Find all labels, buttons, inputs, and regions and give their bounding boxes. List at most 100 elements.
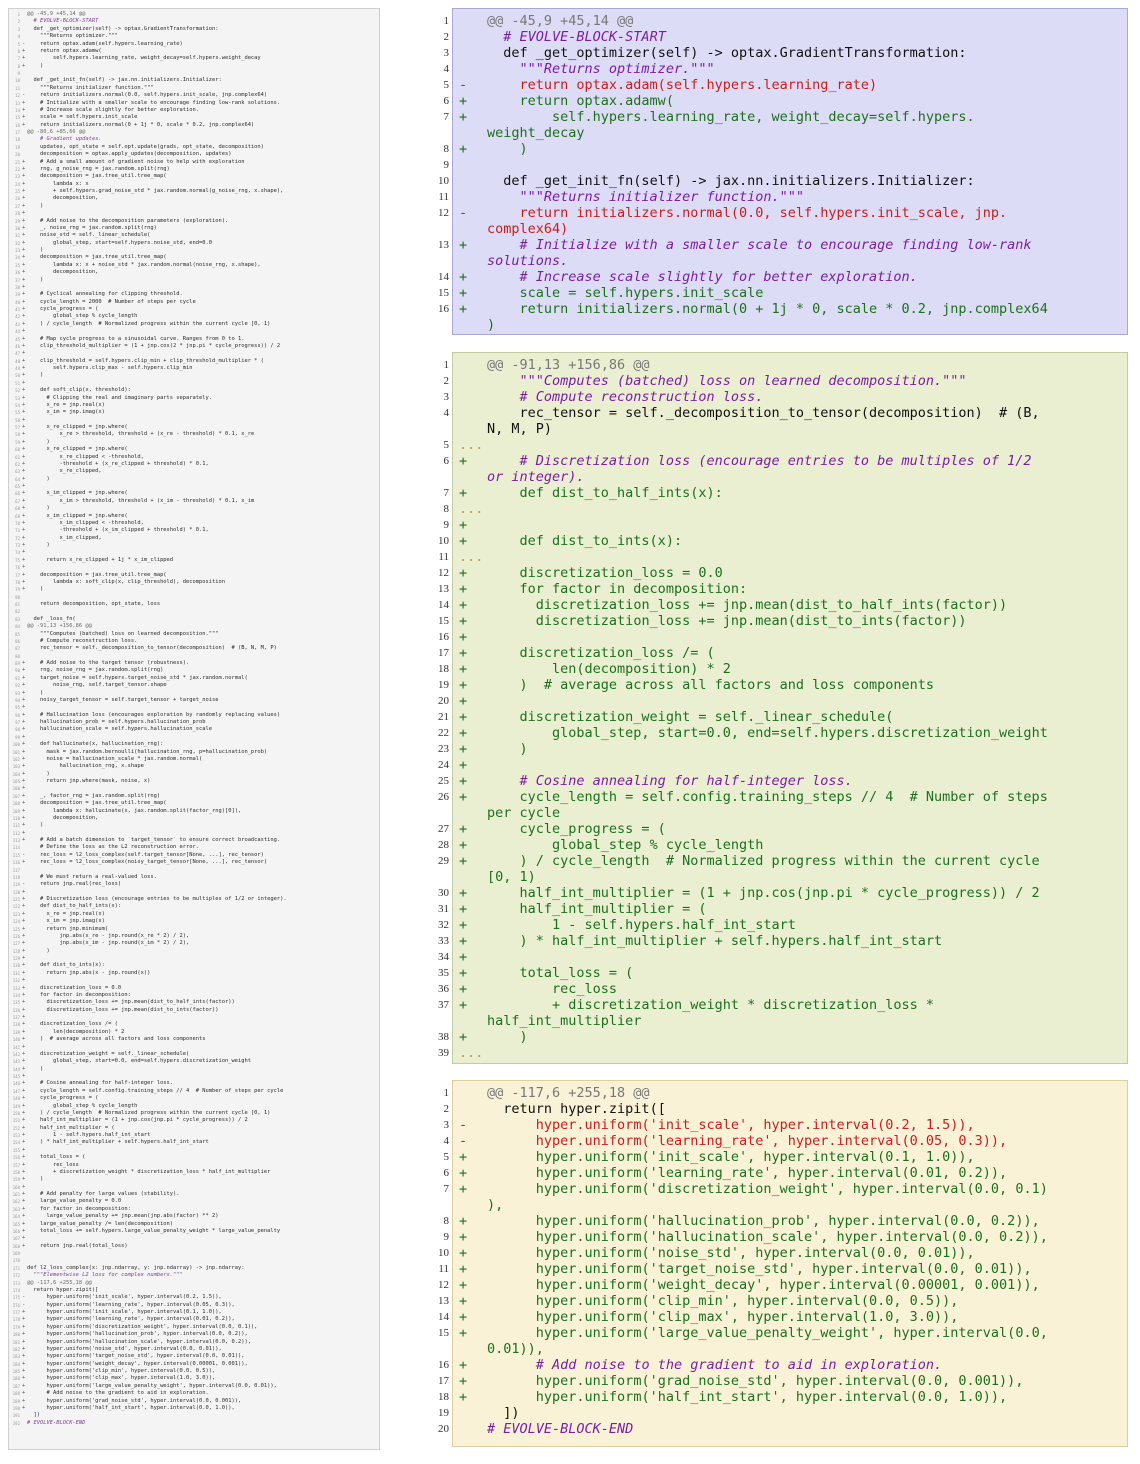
line-number: 27	[438, 823, 449, 835]
diff-line: 21 + discretization_weight = self._linear…	[438, 709, 1129, 725]
line-number: 1	[443, 359, 450, 371]
diff-line: 2 # EVOLVE-BLOCK-START	[444, 29, 1129, 45]
removed-marker: -	[459, 77, 468, 93]
code-text: ])	[487, 1405, 520, 1421]
added-marker: +	[459, 693, 468, 709]
overview-line-text: )	[27, 476, 379, 483]
line-number: 6	[443, 455, 450, 467]
diff-line: 20 # EVOLVE-BLOCK-END	[438, 1421, 1129, 1437]
diff-line: 11 """Returns initializer function."""	[438, 189, 1129, 205]
diff-line: 10 + def dist_to_ints(x):	[438, 533, 1129, 549]
diff-line: 15 + hyper.uniform('large_value_penalty_w…	[438, 1325, 1129, 1357]
added-marker: +	[459, 109, 468, 125]
code-text: rec_loss	[487, 981, 618, 997]
code-text: hyper.uniform('clip_max', hyper.interval…	[487, 1309, 959, 1325]
overview-line-number: 182	[12, 1346, 20, 1352]
code-text: # Cosine annealing for half-integer loss…	[487, 773, 853, 789]
overview-line-marker: +	[22, 1073, 26, 1079]
line-number: 9	[443, 519, 450, 531]
code-text: @@ -91,13 +156,86 @@	[487, 357, 650, 373]
diff-line: 10 + hyper.uniform('noise_std', hyper.int…	[438, 1245, 1129, 1261]
line-number: 14	[438, 599, 449, 611]
added-marker: +	[459, 917, 468, 933]
overview-line-marker: +	[22, 424, 26, 430]
diff-line: 38 + )	[438, 1029, 1129, 1045]
line-number: 29	[438, 855, 449, 867]
code-text: # Discretization loss (encourage entries…	[487, 453, 1032, 485]
diff-line: 10 def _get_init_fn(self) -> jax.nn.init…	[438, 173, 1129, 189]
diff-line: 7 + hyper.uniform('discretization_weight'…	[444, 1181, 1129, 1213]
code-text: def dist_to_half_ints(x):	[487, 485, 723, 501]
overview-line-code: discretization_loss /= (	[27, 1021, 118, 1028]
code-text: hyper.uniform('half_int_start', hyper.in…	[487, 1389, 1008, 1405]
overview-line: 109 + lambda x: hallucinate(x, jax.random…	[9, 808, 379, 815]
diff-line: 8 + )	[444, 141, 1129, 157]
overview-line-marker: +	[22, 1065, 26, 1072]
overview-line-number: 45	[15, 336, 20, 342]
overview-line-code: x_re_clipped = jnp.where(	[27, 424, 128, 430]
diff-line: 5...	[444, 437, 1129, 453]
added-marker: +	[459, 965, 468, 981]
diff-line: 23 + )	[438, 741, 1129, 757]
added-marker: +	[459, 533, 468, 549]
overview-line-code: for factor in decomposition:	[27, 1205, 131, 1212]
diff-line: 7 + def dist_to_half_ints(x):	[444, 485, 1129, 501]
code-text: def dist_to_ints(x):	[487, 533, 683, 549]
diff-line: 1 @@ -91,13 +156,86 @@	[444, 357, 1129, 373]
removed-marker: -	[459, 1117, 468, 1133]
added-marker: +	[459, 485, 468, 501]
diff-line: 15 + discretization_loss += jnp.mean(dist…	[438, 613, 1129, 629]
line-number: 14	[438, 271, 449, 283]
overview-line-text: )	[27, 1066, 379, 1073]
line-number: 18	[438, 1391, 449, 1403]
line-number: 7	[443, 487, 450, 499]
line-number: 9	[443, 159, 450, 171]
overview-line-text: _, noise_rng = jax.random.split(rng)	[27, 225, 379, 232]
overview-line-text: # We must return a real-valued loss.	[27, 874, 379, 881]
line-number: 6	[443, 95, 450, 107]
added-marker: +	[459, 645, 468, 661]
diff-line: 31 + half_int_multiplier = (	[438, 901, 1129, 917]
overview-line-number: 118	[12, 874, 20, 880]
line-number: 19	[438, 679, 449, 691]
overview-line-text: x_re_clipped,	[27, 468, 379, 475]
code-text: global_step % cycle_length	[487, 837, 764, 853]
overview-line-text: # Map cycle progress to a sinusoidal cur…	[27, 336, 379, 343]
diff-line: 24 +	[438, 757, 1129, 773]
code-text: hyper.uniform('clip_min', hyper.interval…	[487, 1293, 959, 1309]
code-text: half_int_multiplier = (1 + jnp.cos(jnp.p…	[487, 885, 1040, 901]
code-text: # Increase scale slightly for better exp…	[487, 269, 918, 285]
diff-line: 17 + discretization_loss /= (	[438, 645, 1129, 661]
diff-line: 26 + cycle_length = self.config.training_…	[438, 789, 1129, 821]
line-number: 11	[438, 1263, 449, 1275]
line-number: 13	[438, 239, 449, 251]
code-text: discretization_loss /= (	[487, 645, 715, 661]
overview-line: 45 + # Map cycle progress to a sinusoidal…	[9, 336, 379, 343]
overview-line-text: ) / cycle_length # Normalized progress w…	[27, 321, 379, 328]
diff-line: 2 """Computes (batched) loss on learned …	[444, 373, 1129, 389]
diff-line: 33 + ) * half_int_multiplier + self.hyper…	[438, 933, 1129, 949]
overview-line: 63 + x_re_clipped,	[9, 468, 379, 475]
added-marker: +	[459, 1149, 468, 1165]
diff-line: 2 return hyper.zipit([	[444, 1101, 1129, 1117]
code-text: )	[487, 141, 528, 157]
overview-line-marker: +	[22, 1014, 26, 1020]
diff-line: 25 + # Cosine annealing for half-integer …	[438, 773, 1129, 789]
diff-line: 14 + # Increase scale slightly for better…	[438, 269, 1129, 285]
overview-line-number: 144	[12, 1066, 20, 1072]
overview-line: 64 + )	[9, 476, 379, 483]
code-text: discretization_loss += jnp.mean(dist_to_…	[487, 613, 967, 629]
line-number: 4	[443, 63, 450, 75]
line-number: 23	[438, 743, 449, 755]
line-number: 6	[443, 1167, 450, 1179]
removed-marker: -	[459, 205, 468, 221]
line-number: 13	[438, 1295, 449, 1307]
overview-line-marker: +	[22, 328, 26, 335]
overview-line: 145 +	[9, 1073, 379, 1080]
line-number: 1	[443, 15, 450, 27]
line-number: 21	[438, 711, 449, 723]
code-text: return optax.adamw(	[487, 93, 674, 109]
line-number: 10	[438, 1247, 449, 1259]
line-number: 3	[443, 391, 450, 403]
code-text: self.hypers.learning_rate, weight_decay=…	[487, 109, 975, 141]
